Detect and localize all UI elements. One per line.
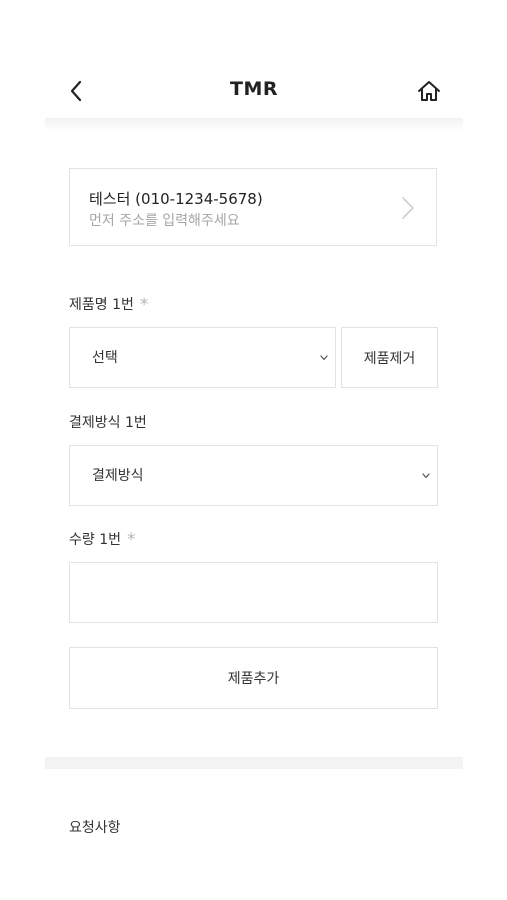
chevron-down-icon xyxy=(320,355,328,361)
address-hint: 먼저 주소를 입력해주세요 xyxy=(89,213,240,229)
payment-method-label: 결제방식 1번 xyxy=(69,415,147,431)
top-header: TMR xyxy=(45,66,463,116)
address-recipient: 테스터 (010-1234-5678) xyxy=(89,190,263,208)
payment-method-select[interactable]: 결제방식 xyxy=(69,445,438,506)
page-frame: TMR 테스터 (010-1234-5678) 먼저 주소를 입력해주세요 제품… xyxy=(45,0,463,900)
required-mark: * xyxy=(127,530,136,550)
product-name-label-text: 제품명 1번 xyxy=(69,297,134,313)
request-notes-label: 요청사항 xyxy=(69,820,121,836)
product-select-value: 선택 xyxy=(92,350,118,366)
section-divider xyxy=(45,757,463,769)
quantity-input[interactable] xyxy=(69,562,438,623)
quantity-label-text: 수량 1번 xyxy=(69,532,121,548)
home-button[interactable] xyxy=(415,77,443,105)
header-shadow xyxy=(45,118,463,132)
product-select[interactable]: 선택 xyxy=(69,327,336,388)
chevron-right-icon xyxy=(402,197,414,219)
home-icon xyxy=(418,81,440,101)
add-product-button[interactable]: 제품추가 xyxy=(69,647,438,709)
page-title: TMR xyxy=(230,78,278,100)
remove-product-button[interactable]: 제품제거 xyxy=(341,327,438,388)
required-mark: * xyxy=(139,295,149,315)
payment-method-select-value: 결제방식 xyxy=(92,468,144,484)
quantity-label: 수량 1번 * xyxy=(69,529,136,550)
product-name-label: 제품명 1번 * xyxy=(69,294,148,315)
address-card[interactable]: 테스터 (010-1234-5678) 먼저 주소를 입력해주세요 xyxy=(69,168,437,246)
chevron-down-icon xyxy=(422,473,430,479)
